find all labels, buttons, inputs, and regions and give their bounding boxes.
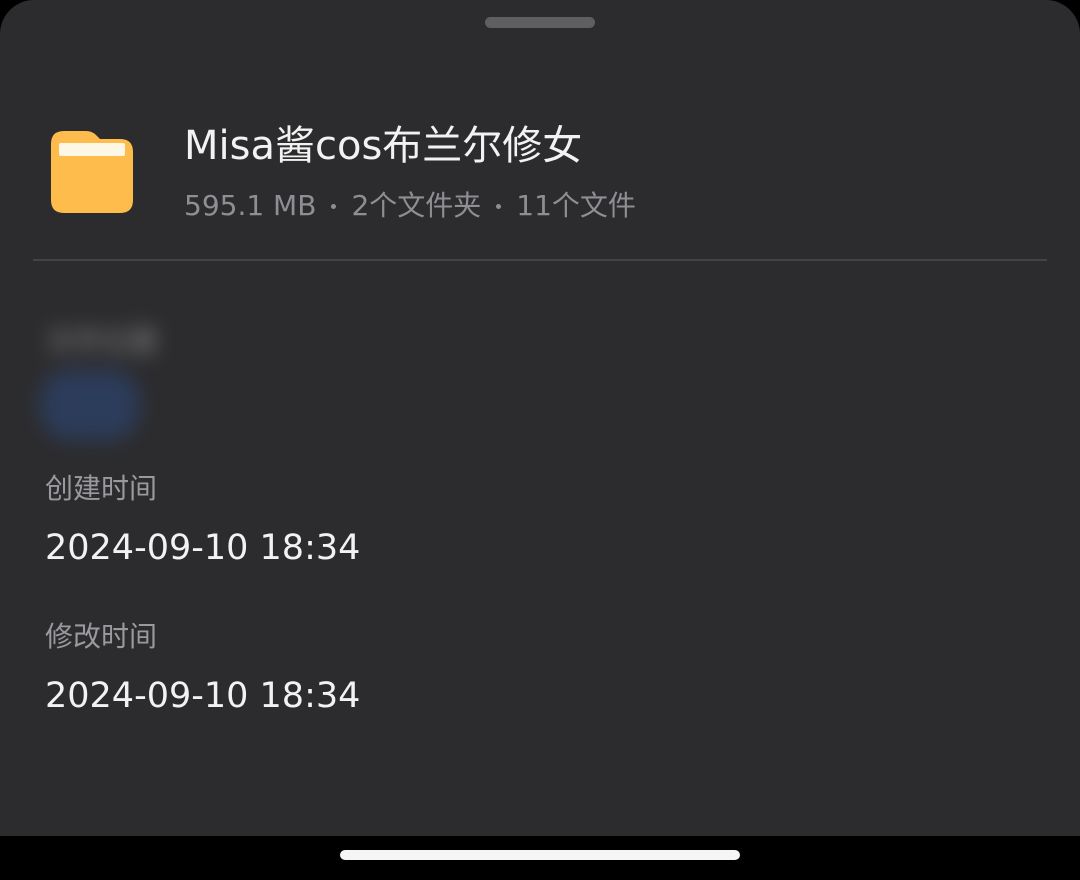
modified-time-value: 2024-09-10 18:34 (45, 676, 361, 716)
separator-dot (331, 203, 337, 209)
sheet-drag-handle[interactable] (485, 17, 595, 28)
divider (33, 259, 1047, 261)
created-time-value: 2024-09-10 18:34 (45, 528, 361, 568)
folder-icon (50, 130, 134, 214)
modified-time-label: 修改时间 (45, 620, 158, 653)
separator-dot (496, 203, 502, 209)
file-count: 11个文件 (516, 189, 636, 222)
file-location-label: 文件位置 (46, 325, 159, 358)
folder-size: 595.1 MB (184, 189, 317, 222)
subfolder-count: 2个文件夹 (351, 189, 482, 222)
file-location-redacted: 文件位置 (30, 318, 200, 468)
home-indicator[interactable] (340, 850, 740, 860)
file-details-sheet: Misa酱cos布兰尔修女 595.1 MB 2个文件夹 11个文件 文件位置 … (0, 0, 1080, 836)
folder-name: Misa酱cos布兰尔修女 (184, 123, 583, 169)
file-location-value (40, 370, 140, 440)
navigation-bar (0, 836, 1080, 880)
created-time-label: 创建时间 (45, 472, 158, 505)
folder-summary: 595.1 MB 2个文件夹 11个文件 (184, 184, 636, 228)
